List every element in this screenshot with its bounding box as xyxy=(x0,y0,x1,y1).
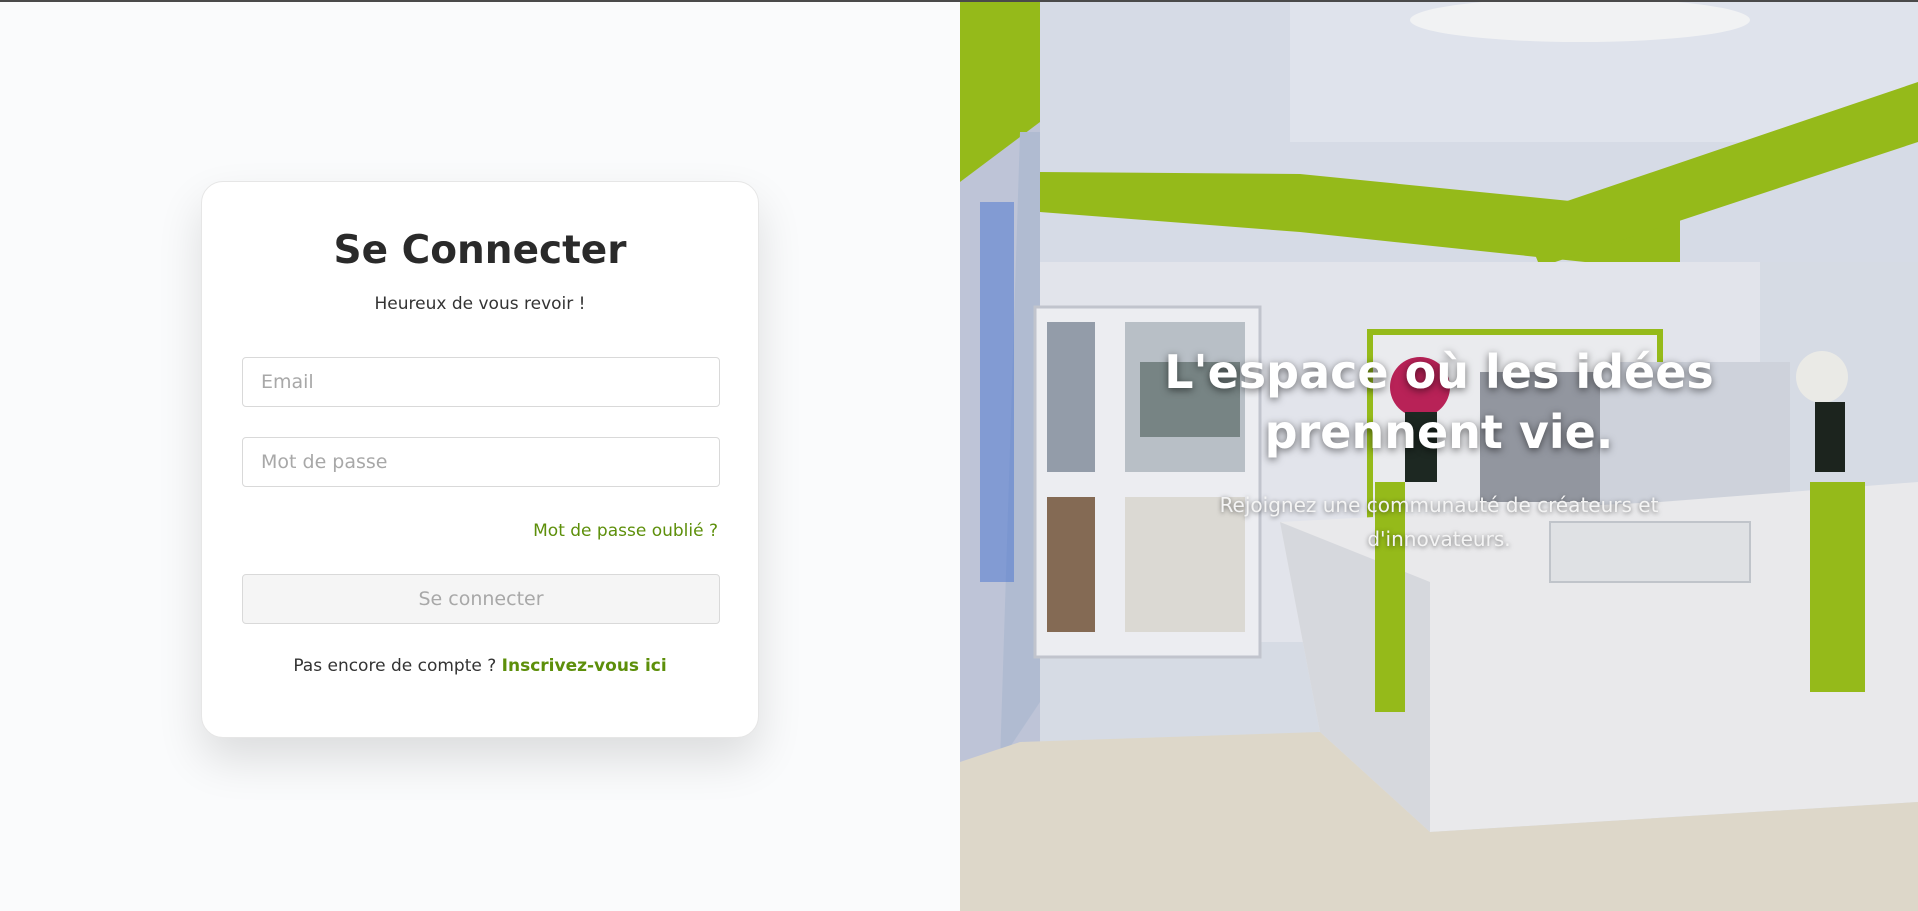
password-input[interactable] xyxy=(242,437,720,487)
signup-prompt-text: Pas encore de compte ? xyxy=(293,656,497,676)
hero-text-block: L'espace où les idées prennent vie. Rejo… xyxy=(960,342,1918,556)
login-title: Se Connecter xyxy=(333,228,627,273)
forgot-password-link[interactable]: Mot de passe oublié ? xyxy=(533,521,718,541)
hero-panel: L'espace où les idées prennent vie. Rejo… xyxy=(960,2,1918,911)
email-input[interactable] xyxy=(242,357,720,407)
signup-link[interactable]: Inscrivez-vous ici xyxy=(502,656,667,676)
login-card: Se Connecter Heureux de vous revoir ! Mo… xyxy=(201,181,759,738)
hero-subtitle: Rejoignez une communauté de créateurs et… xyxy=(1219,493,1659,551)
login-submit-button[interactable]: Se connecter xyxy=(242,574,720,624)
hero-title-line-1: L'espace où les idées xyxy=(1164,345,1714,399)
signup-prompt-row: Pas encore de compte ? Inscrivez-vous ic… xyxy=(202,656,758,676)
hero-title-line-2: prennent vie. xyxy=(1264,405,1614,459)
hero-title: L'espace où les idées prennent vie. xyxy=(960,342,1918,462)
login-panel: Se Connecter Heureux de vous revoir ! Mo… xyxy=(0,2,960,911)
login-subtitle: Heureux de vous revoir ! xyxy=(374,294,586,314)
